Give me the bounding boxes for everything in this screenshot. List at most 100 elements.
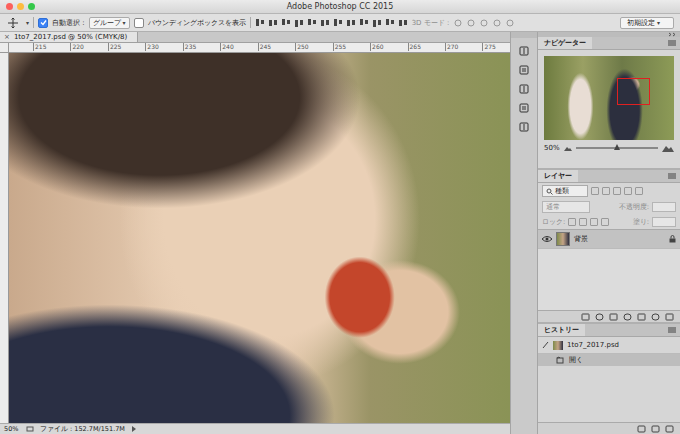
- panel-menu-icon[interactable]: [668, 173, 676, 179]
- history-action-icon[interactable]: [665, 425, 674, 433]
- ruler-tick: 230: [145, 43, 158, 51]
- align-icon[interactable]: [333, 18, 343, 28]
- align-icon[interactable]: [385, 18, 395, 28]
- layer-action-icon[interactable]: [637, 313, 646, 321]
- lock-icon: [669, 235, 676, 243]
- filter-type-icon[interactable]: [635, 187, 643, 195]
- move-tool-icon[interactable]: [6, 17, 20, 29]
- auto-select-checkbox[interactable]: [38, 18, 48, 28]
- brush-source-icon[interactable]: [542, 341, 549, 349]
- 3d-tool-icon[interactable]: [453, 18, 463, 28]
- view-rectangle[interactable]: [617, 78, 650, 105]
- lock-option-icon[interactable]: [579, 218, 587, 226]
- history-tab[interactable]: ヒストリー: [538, 324, 585, 336]
- ruler-tick: 260: [370, 43, 383, 51]
- history-snapshot[interactable]: 1to7_2017.psd: [538, 337, 680, 354]
- layer-row[interactable]: 背景: [538, 230, 680, 249]
- title-bar: Adobe Photoshop CC 2015: [0, 0, 680, 14]
- zoom-level[interactable]: 50%: [4, 425, 20, 433]
- 3d-mode-buttons: [453, 18, 515, 28]
- eye-icon[interactable]: [542, 235, 552, 243]
- layer-action-icon[interactable]: [623, 313, 632, 321]
- 3d-tool-icon[interactable]: [466, 18, 476, 28]
- navigator-thumbnail[interactable]: [544, 56, 674, 140]
- document-area: ×1to7_2017.psd @ 50% (CMYK/8)21522022523…: [0, 32, 510, 434]
- file-info: ファイル : 152.7M/151.7M: [40, 425, 125, 434]
- panel-toggle-icon[interactable]: [518, 83, 530, 95]
- layer-thumbnail: [556, 232, 570, 246]
- document-tabs: ×1to7_2017.psd @ 50% (CMYK/8): [0, 32, 510, 43]
- panel-toggle-icon[interactable]: [518, 121, 530, 133]
- panel-toggle-icon[interactable]: [518, 45, 530, 57]
- align-icon[interactable]: [294, 18, 304, 28]
- blend-mode-select[interactable]: 通常: [542, 201, 590, 213]
- panel-icon-strip: [510, 32, 538, 434]
- panel-toggle-icon[interactable]: [518, 64, 530, 76]
- tool-preset-dropdown[interactable]: ▾: [26, 19, 29, 26]
- zoom-out-icon[interactable]: [564, 145, 572, 151]
- canvas-artwork[interactable]: [9, 53, 510, 423]
- 3d-tool-icon[interactable]: [479, 18, 489, 28]
- align-icon[interactable]: [320, 18, 330, 28]
- expand-arrow-icon[interactable]: [131, 425, 137, 433]
- status-bar: 50% ファイル : 152.7M/151.7M: [0, 423, 510, 434]
- filter-type-icon[interactable]: [591, 187, 599, 195]
- layer-name: 背景: [574, 234, 665, 244]
- layer-filter[interactable]: 種類: [542, 185, 588, 197]
- history-state[interactable]: 開く: [538, 354, 680, 366]
- align-icon[interactable]: [346, 18, 356, 28]
- align-icon[interactable]: [255, 18, 265, 28]
- workspace-select[interactable]: 初期設定▾: [620, 17, 674, 29]
- panel-toggle-icon[interactable]: [518, 102, 530, 114]
- layer-action-icon[interactable]: [595, 313, 604, 321]
- close-tab-button[interactable]: ×: [4, 33, 10, 41]
- align-icon[interactable]: [281, 18, 291, 28]
- 3d-mode-label: 3D モード :: [412, 18, 450, 28]
- ruler-tick: 240: [220, 43, 233, 51]
- layers-footer: [538, 310, 680, 322]
- opacity-field[interactable]: [652, 202, 676, 212]
- lock-option-icon[interactable]: [590, 218, 598, 226]
- zoom-in-icon[interactable]: [662, 144, 674, 152]
- history-action-icon[interactable]: [637, 425, 646, 433]
- layers-tab[interactable]: レイヤー: [538, 170, 578, 182]
- filter-type-icon[interactable]: [624, 187, 632, 195]
- target-select[interactable]: グループ▾: [89, 17, 130, 29]
- history-footer: [538, 422, 680, 434]
- history-action-icon[interactable]: [651, 425, 660, 433]
- layer-action-icon[interactable]: [581, 313, 590, 321]
- panel-menu-icon[interactable]: [668, 40, 676, 46]
- align-icon[interactable]: [398, 18, 408, 28]
- layer-action-icon[interactable]: [665, 313, 674, 321]
- history-state-name: 開く: [569, 355, 583, 365]
- close-button[interactable]: [6, 3, 13, 10]
- lock-option-icon[interactable]: [601, 218, 609, 226]
- zoom-slider[interactable]: [576, 147, 658, 149]
- minimize-button[interactable]: [17, 3, 24, 10]
- filter-type-icon[interactable]: [602, 187, 610, 195]
- vertical-ruler: [0, 53, 9, 423]
- bounding-box-checkbox[interactable]: [134, 18, 144, 28]
- align-icon[interactable]: [359, 18, 369, 28]
- align-icon[interactable]: [307, 18, 317, 28]
- panel-menu-icon[interactable]: [668, 327, 676, 333]
- share-icon[interactable]: [26, 425, 34, 433]
- filter-type-icon[interactable]: [613, 187, 621, 195]
- lock-option-icon[interactable]: [568, 218, 576, 226]
- align-icon[interactable]: [268, 18, 278, 28]
- ruler-tick: 225: [108, 43, 121, 51]
- fill-field[interactable]: [652, 217, 676, 227]
- layer-action-icon[interactable]: [609, 313, 618, 321]
- slider-thumb[interactable]: [614, 144, 620, 150]
- zoom-button[interactable]: [28, 3, 35, 10]
- 3d-tool-icon[interactable]: [505, 18, 515, 28]
- navigator-tab[interactable]: ナビゲーター: [538, 37, 592, 49]
- navigator-zoom[interactable]: 50%: [544, 144, 560, 152]
- ruler-tick: 265: [408, 43, 421, 51]
- ruler-tick: 255: [333, 43, 346, 51]
- 3d-tool-icon[interactable]: [492, 18, 502, 28]
- document-tab[interactable]: ×1to7_2017.psd @ 50% (CMYK/8): [0, 32, 138, 42]
- layer-action-icon[interactable]: [651, 313, 660, 321]
- align-icon[interactable]: [372, 18, 382, 28]
- fill-label: 塗り:: [633, 217, 649, 227]
